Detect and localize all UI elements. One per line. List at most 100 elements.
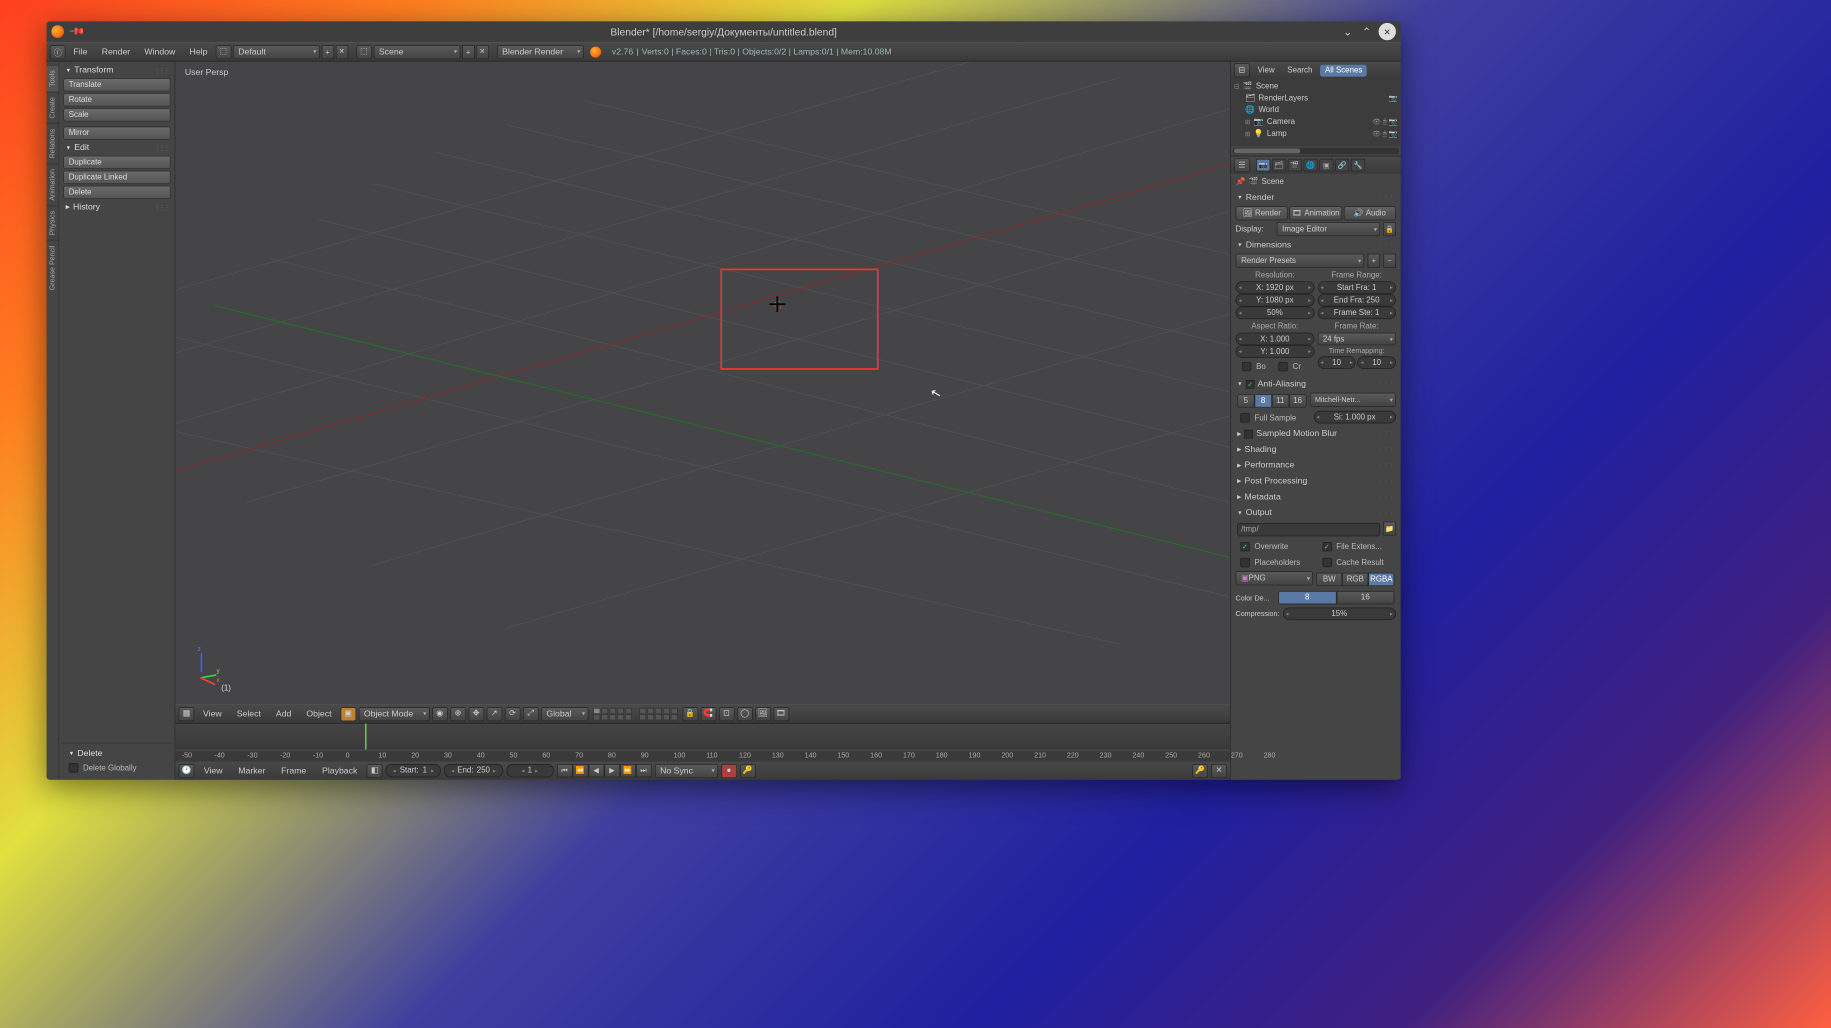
preset-add-button[interactable]: + [1367,254,1380,268]
restrict-icon[interactable]: 📷 [1389,130,1398,139]
menu-add[interactable]: Add [270,709,298,718]
tab-render[interactable]: 📷 [1256,159,1270,172]
panel-metadata-header[interactable]: Metadata⋮⋮⋮ [1234,490,1398,504]
border-checkbox[interactable]: Bo [1237,359,1270,373]
translate-button[interactable]: Translate [63,78,170,91]
panel-performance-header[interactable]: Performance⋮⋮⋮ [1234,458,1398,472]
outliner-scrollbar[interactable] [1232,148,1399,154]
range-icon[interactable]: ◧ [367,764,383,778]
timeline-ruler[interactable]: -50-40-30-20-100102030405060708090100110… [175,750,1230,762]
resolution-pct-field[interactable]: 50% [1236,307,1315,320]
aa-5-button[interactable]: 5 [1237,394,1254,407]
editor-type-properties-icon[interactable]: ☰ [1234,158,1250,172]
menu-tl-marker[interactable]: Marker [232,766,272,775]
tooltab-tools[interactable]: Tools [47,65,59,92]
browse-folder-icon[interactable]: 📁 [1383,521,1396,535]
menu-object[interactable]: Object [300,709,338,718]
rotate-button[interactable]: Rotate [63,93,170,106]
play-button[interactable]: ▶ [604,764,620,777]
preset-remove-button[interactable]: − [1383,254,1396,268]
keying-set-icon[interactable]: 🔑 [740,764,756,778]
tree-row[interactable]: ⊟🎬Scene [1234,81,1398,93]
tab-modifiers[interactable]: 🔧 [1351,159,1365,172]
outliner-view[interactable]: View [1253,64,1279,76]
aspect-x-field[interactable]: X: 1.000 [1236,333,1315,346]
resolution-y-field[interactable]: Y: 1080 px [1236,294,1315,307]
render-presets-dropdown[interactable]: Render Presets [1236,254,1365,268]
tree-row[interactable]: ⊞📷Camera👁🖱📷 [1234,116,1398,128]
proportional-icon[interactable]: ◯ [737,707,753,721]
manip-rotate-icon[interactable]: ⟳ [505,707,521,721]
frame-end-field[interactable]: End Fra: 250 [1317,294,1396,307]
snap-icon[interactable]: 🧲 [700,707,716,721]
jump-end-button[interactable]: ⏭ [636,764,652,777]
compression-field[interactable]: 15% [1283,608,1396,621]
editor-type-icon[interactable]: ⓘ [50,45,66,59]
tab-scene[interactable]: 🎬 [1288,159,1302,172]
back-to-previous-icon[interactable]: ⬚ [215,45,231,59]
sync-dropdown[interactable]: No Sync [655,764,718,778]
panel-aa-header[interactable]: ✓Anti-Aliasing⋮⋮⋮ [1234,377,1398,391]
menu-tl-frame[interactable]: Frame [275,766,313,775]
timeline-canvas[interactable] [175,723,1230,750]
frame-start-field[interactable]: Start Fra: 1 [1317,281,1396,294]
pivot-dropdown[interactable]: ⊕ [450,707,466,721]
scene-browse-icon[interactable]: ⬚ [356,45,372,59]
lock-camera-icon[interactable]: 🔒 [682,707,698,721]
display-dropdown[interactable]: Image Editor [1277,222,1380,236]
pin-icon[interactable]: 📌 [68,23,86,41]
tab-world[interactable]: 🌐 [1304,159,1318,172]
file-ext-checkbox[interactable]: ✓File Extens... [1317,540,1396,554]
full-sample-checkbox[interactable]: Full Sample [1236,411,1311,425]
crop-checkbox[interactable]: Cr [1274,359,1306,373]
cache-result-checkbox[interactable]: Cache Result [1317,555,1396,569]
tree-row[interactable]: ⊞💡Lamp👁🖱📷 [1234,128,1398,140]
restrict-icon[interactable]: 📷 [1389,94,1398,103]
audio-button[interactable]: 🔊Audio [1344,206,1396,220]
tab-render-layers[interactable]: 🗂 [1272,159,1286,172]
delete-keyframe-icon[interactable]: ✕ [1211,764,1227,778]
playhead-icon[interactable] [365,724,367,750]
mode-dropdown[interactable]: Object Mode [358,707,429,721]
delete-button[interactable]: Delete [63,186,170,199]
operator-header[interactable]: Delete [64,747,170,761]
tooltab-physics[interactable]: Physics [47,205,59,240]
menu-view[interactable]: View [197,709,228,718]
output-path-field[interactable]: /tmp/ [1237,523,1380,536]
tree-row[interactable]: 🗂RenderLayers📷 [1234,92,1398,104]
menu-tl-view[interactable]: View [198,766,229,775]
menu-file[interactable]: File [67,47,94,56]
panel-history-header[interactable]: History⋮⋮⋮ [61,200,173,214]
mode-rgba-button[interactable]: RGBA [1368,573,1394,586]
start-frame-field[interactable]: Start:1 [386,764,441,777]
menu-tl-playback[interactable]: Playback [316,766,364,775]
expand-icon[interactable]: ⊞ [1245,130,1250,137]
panel-postprocess-header[interactable]: Post Processing⋮⋮⋮ [1234,474,1398,488]
render-engine-dropdown[interactable]: Blender Render [497,45,584,59]
layer-buttons[interactable] [593,707,632,720]
depth-16-button[interactable]: 16 [1336,591,1394,604]
current-frame-field[interactable]: 1 [506,764,553,777]
maximize-icon[interactable]: ⌃ [1360,24,1374,38]
keyframe-prev-button[interactable]: ⏪ [572,764,588,777]
panel-output-header[interactable]: Output⋮⋮⋮ [1234,506,1398,520]
3d-viewport[interactable]: User Persp ↖ z y x (1) [175,62,1230,704]
end-frame-field[interactable]: End:250 [444,764,503,777]
tab-object[interactable]: ▣ [1319,159,1333,172]
aa-11-button[interactable]: 11 [1272,394,1289,407]
editor-type-timeline-icon[interactable]: 🕐 [179,764,195,778]
mirror-button[interactable]: Mirror [63,126,170,139]
animation-button[interactable]: 🎞Animation [1290,206,1342,220]
restrict-icon[interactable]: 👁 [1372,118,1381,127]
panel-render-header[interactable]: Render⋮⋮⋮ [1234,190,1398,204]
menu-help[interactable]: Help [183,47,214,56]
aspect-y-field[interactable]: Y: 1.000 [1236,345,1315,358]
remap-new-field[interactable]: 10 [1357,356,1396,369]
format-dropdown[interactable]: ▣ PNG [1236,571,1313,585]
menu-render[interactable]: Render [95,47,136,56]
remap-old-field[interactable]: 10 [1317,356,1356,369]
resolution-x-field[interactable]: X: 1920 px [1236,281,1315,294]
autokey-button[interactable]: ● [721,764,737,778]
add-layout-button[interactable]: + [321,45,334,59]
manipulator-icon[interactable]: ✥ [468,707,484,721]
